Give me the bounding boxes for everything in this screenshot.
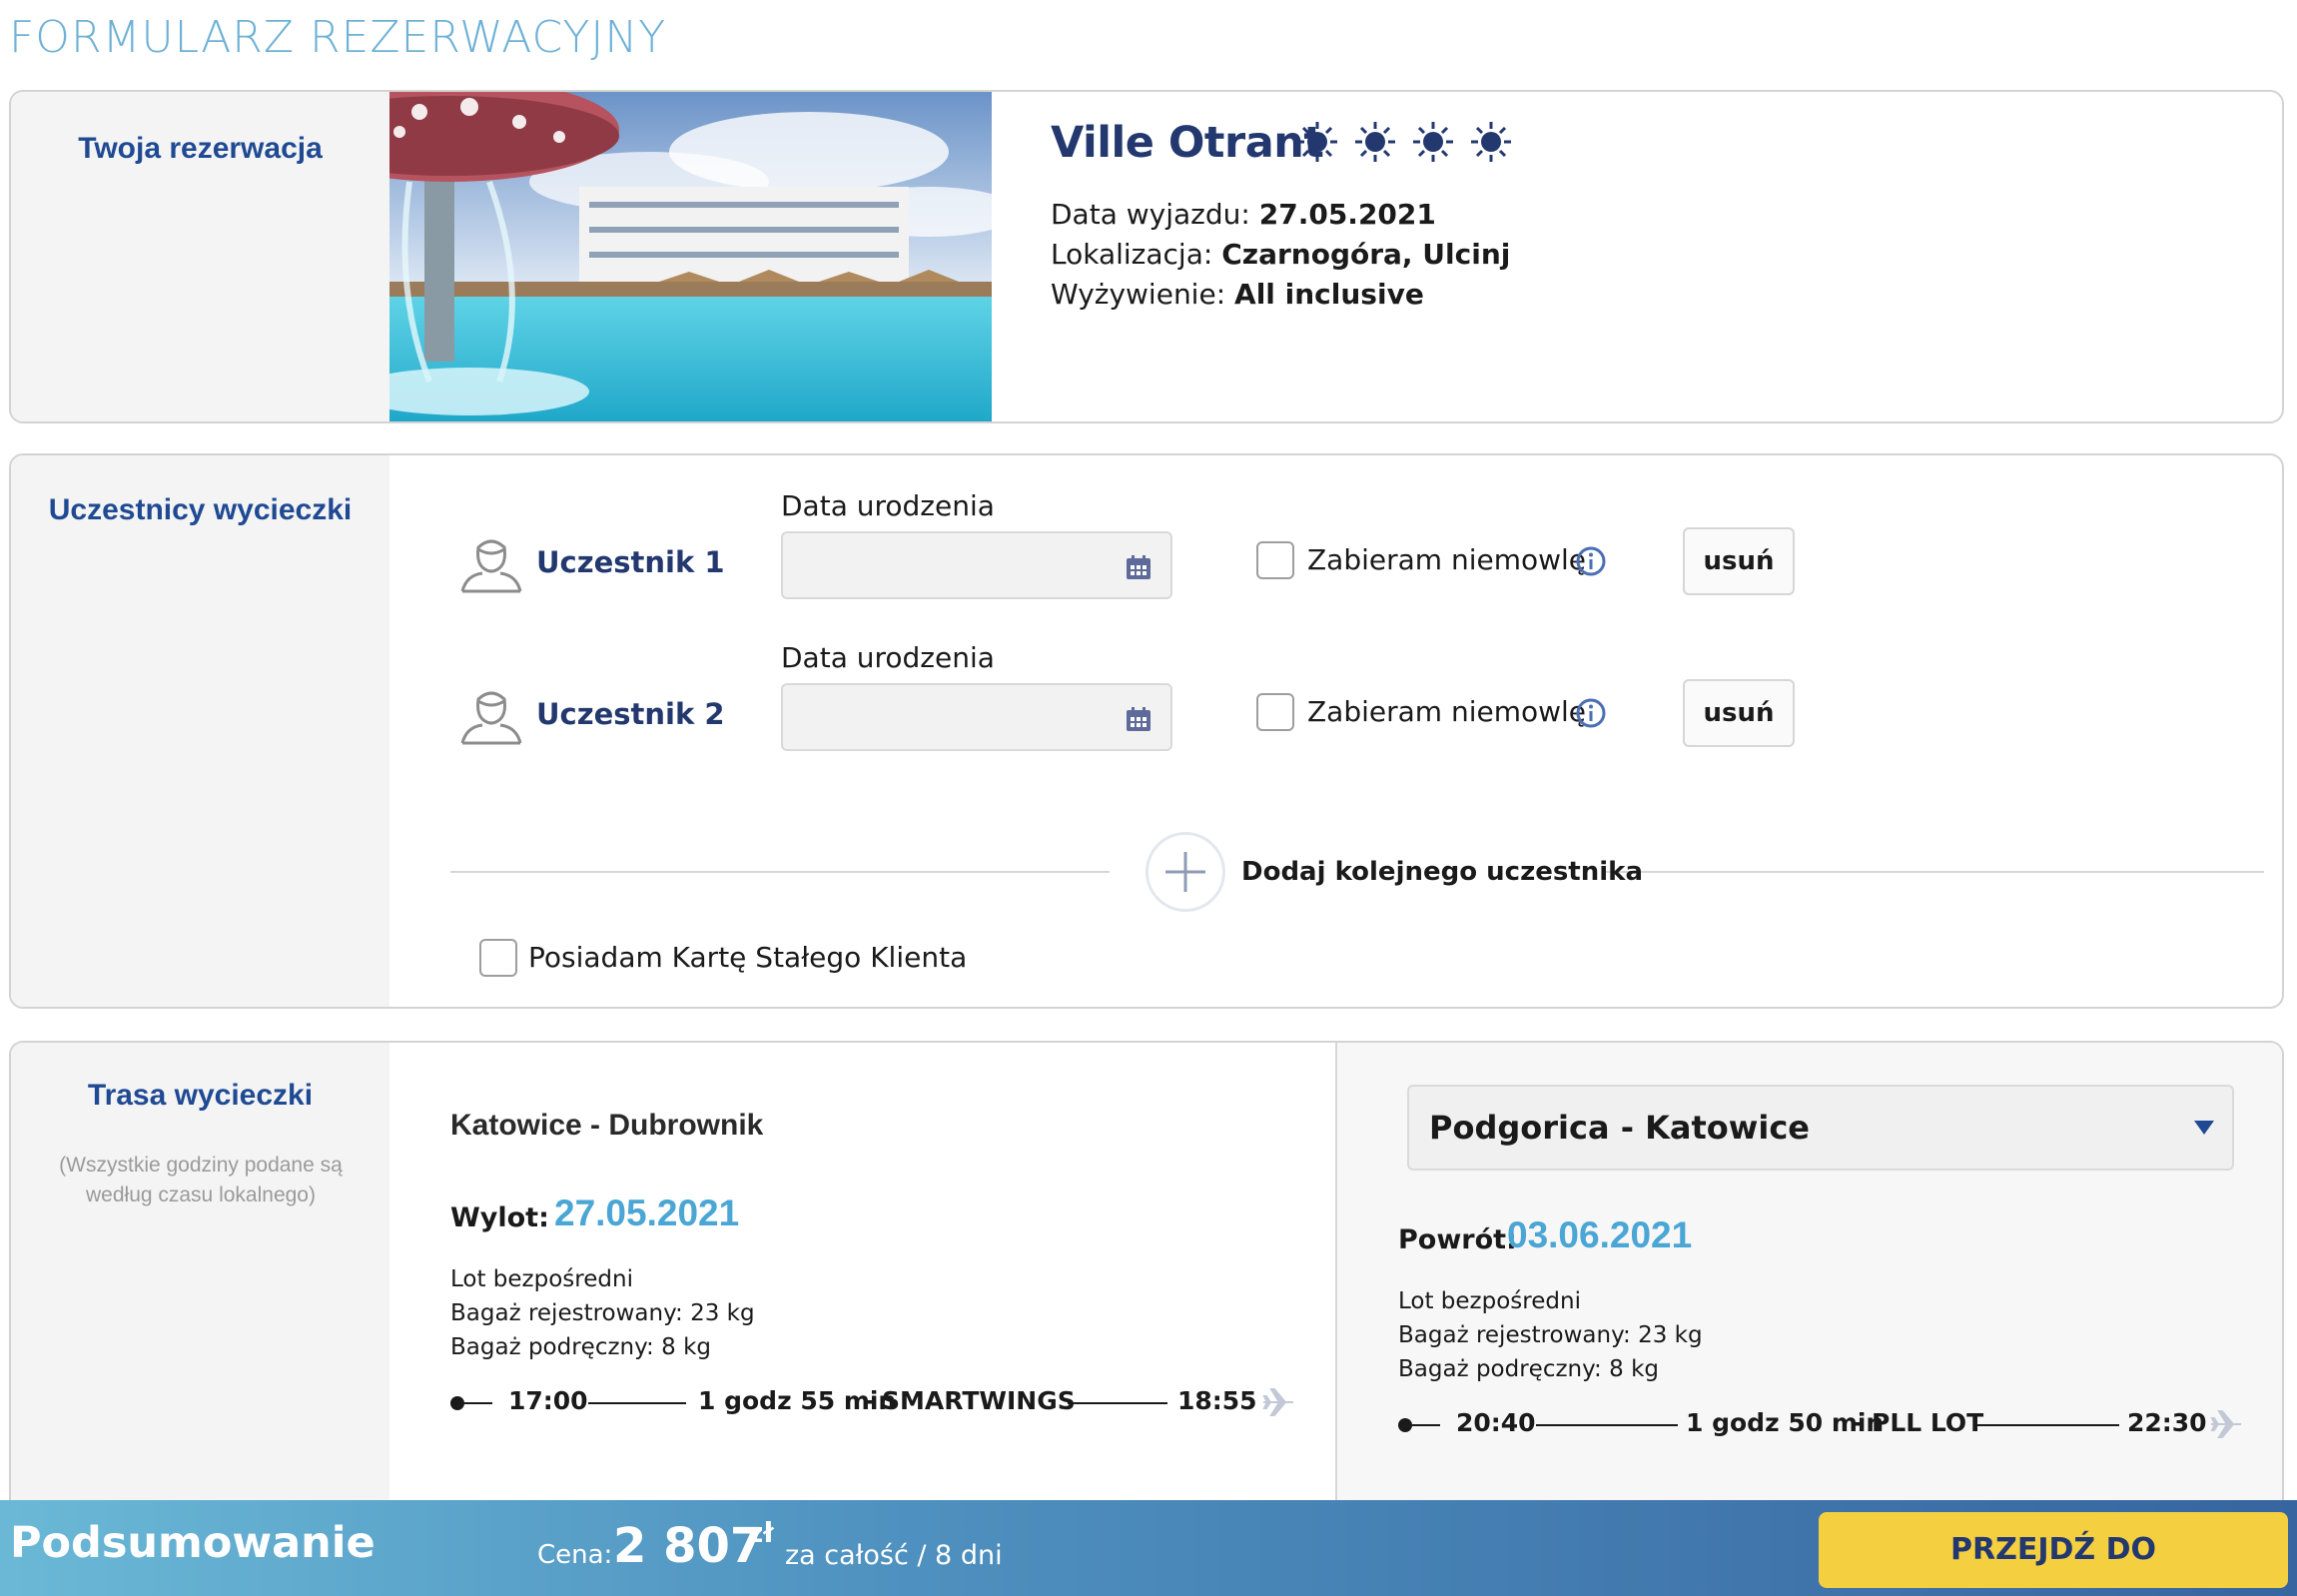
sun-star-icon — [1413, 122, 1453, 162]
infant-checkbox[interactable] — [1256, 541, 1294, 579]
timeline-line — [1536, 1424, 1678, 1426]
timeline-line — [1975, 1424, 2119, 1426]
return-route-select[interactable]: Podgorica - Katowice — [1407, 1085, 2234, 1171]
return-carrier: PLL LOT — [1872, 1408, 1984, 1437]
outbound-timeline: 17:00 1 godz 55 min - SMARTWINGS 18:55 — [450, 1382, 1329, 1422]
calendar-icon[interactable] — [1125, 705, 1152, 733]
departure-info: Data wyjazdu: 27.05.2021 — [1051, 198, 1436, 231]
participants-panel: Uczestnicy wycieczki Uczestnik 1 Data ur… — [9, 453, 2284, 1009]
birth-date-label: Data urodzenia — [781, 641, 995, 674]
outbound-separator: - — [864, 1386, 875, 1415]
timeline-line — [1068, 1402, 1167, 1404]
infant-label: Zabieram niemowlę — [1307, 543, 1587, 576]
location-info: Lokalizacja: Czarnogóra, Ulcinj — [1051, 238, 1510, 271]
outbound-carrier: SMARTWINGS — [882, 1386, 1076, 1415]
outbound-date: 27.05.2021 — [554, 1193, 740, 1233]
location-label: Lokalizacja: — [1051, 238, 1213, 271]
return-hand-baggage: Bagaż podręczny: 8 kg — [1398, 1356, 1659, 1382]
price-label: Cena: — [537, 1540, 613, 1570]
return-date: 03.06.2021 — [1507, 1214, 1693, 1255]
sun-star-icon — [1355, 122, 1395, 162]
return-flight-type: Lot bezpośredni — [1398, 1288, 1581, 1314]
board-info: Wyżywienie: All inclusive — [1051, 278, 1424, 311]
departure-value: 27.05.2021 — [1258, 198, 1436, 231]
person-outline-icon — [460, 691, 522, 745]
price-currency: zł — [747, 1516, 774, 1549]
birth-date-label: Data urodzenia — [781, 489, 995, 522]
timeline-line — [462, 1402, 492, 1404]
outbound-hand-baggage: Bagaż podręczny: 8 kg — [450, 1334, 711, 1360]
outbound-departure-time: 17:00 — [508, 1386, 588, 1415]
hotel-photo — [389, 92, 992, 421]
reservation-section-label: Twoja rezerwacja — [78, 132, 323, 165]
price-suffix: za całość / 8 dni — [785, 1540, 1003, 1571]
return-arrival-time: 22:30 — [2127, 1408, 2207, 1437]
return-timeline: 20:40 1 godz 50 min - PLL LOT 22:30 — [1398, 1404, 2277, 1444]
sun-star-icon — [1471, 122, 1511, 162]
hotel-stars — [1295, 120, 1513, 164]
route-time-note: (Wszystkie godziny podane są według czas… — [59, 1154, 343, 1206]
participant-name: Uczestnik 2 — [536, 697, 725, 731]
return-departure-time: 20:40 — [1456, 1408, 1536, 1437]
reservation-side: Twoja rezerwacja — [11, 92, 389, 421]
timeline-line — [588, 1402, 686, 1404]
summary-bar: Podsumowanie Cena: 2 807 zł za całość / … — [0, 1500, 2297, 1596]
add-participant-label[interactable]: Dodaj kolejnego uczestnika — [1241, 857, 1643, 887]
plane-icon — [2210, 1410, 2241, 1438]
page-title: FORMULARZ REZERWACYJNY — [9, 12, 667, 63]
participants-side: Uczestnicy wycieczki — [11, 455, 389, 1007]
outbound-label: Wylot: — [450, 1202, 549, 1233]
person-outline-icon — [460, 539, 522, 593]
divider-left — [450, 871, 1110, 873]
go-to-summary-button[interactable]: PRZEJDŹ DO PODSUMOWANIA — [1819, 1512, 2288, 1588]
chevron-down-icon[interactable] — [2194, 1121, 2214, 1135]
remove-participant-button[interactable]: usuń — [1683, 527, 1795, 595]
divider-right — [1605, 871, 2264, 873]
plane-icon — [1262, 1388, 1293, 1416]
birth-date-field[interactable] — [783, 685, 1123, 749]
loyalty-card-label: Posiadam Kartę Stałego Klienta — [528, 941, 968, 974]
timeline-line — [1410, 1424, 1440, 1426]
infant-label: Zabieram niemowlę — [1307, 695, 1587, 728]
birth-date-field[interactable] — [783, 533, 1123, 597]
participants-section-label: Uczestnicy wycieczki — [48, 493, 353, 526]
hotel-name: Ville Otrant — [1051, 118, 1324, 168]
board-label: Wyżywienie: — [1051, 278, 1226, 311]
info-icon[interactable] — [1575, 545, 1607, 577]
reservation-panel: Twoja rezerwacja Ville Otrant Data wyjaz… — [9, 90, 2284, 423]
return-route-title: Podgorica - Katowice — [1429, 1109, 1810, 1147]
return-label: Powrót: — [1398, 1224, 1517, 1255]
info-icon[interactable] — [1575, 697, 1607, 729]
location-value: Czarnogóra, Ulcinj — [1221, 238, 1511, 271]
departure-label: Data wyjazdu: — [1051, 198, 1250, 231]
return-separator: - — [1854, 1408, 1865, 1437]
plus-icon — [1165, 852, 1205, 892]
price-value: 2 807 — [613, 1518, 764, 1574]
board-value: All inclusive — [1234, 278, 1424, 311]
calendar-icon[interactable] — [1125, 553, 1152, 581]
infant-checkbox[interactable] — [1256, 693, 1294, 731]
loyalty-card-checkbox[interactable] — [479, 939, 517, 977]
birth-date-input[interactable] — [781, 683, 1172, 751]
remove-participant-button[interactable]: usuń — [1683, 679, 1795, 747]
birth-date-input[interactable] — [781, 531, 1172, 599]
outbound-route-title: Katowice - Dubrownik — [450, 1109, 764, 1142]
route-section-label: Trasa wycieczki — [87, 1079, 314, 1112]
add-participant-button[interactable] — [1146, 832, 1225, 912]
summary-title: Podsumowanie — [10, 1518, 376, 1568]
participant-name: Uczestnik 1 — [536, 545, 725, 579]
outbound-arrival-time: 18:55 — [1177, 1386, 1257, 1415]
outbound-flight-type: Lot bezpośredni — [450, 1266, 633, 1292]
sun-star-icon — [1297, 122, 1337, 162]
return-checked-baggage: Bagaż rejestrowany: 23 kg — [1398, 1322, 1703, 1348]
outbound-checked-baggage: Bagaż rejestrowany: 23 kg — [450, 1300, 755, 1326]
